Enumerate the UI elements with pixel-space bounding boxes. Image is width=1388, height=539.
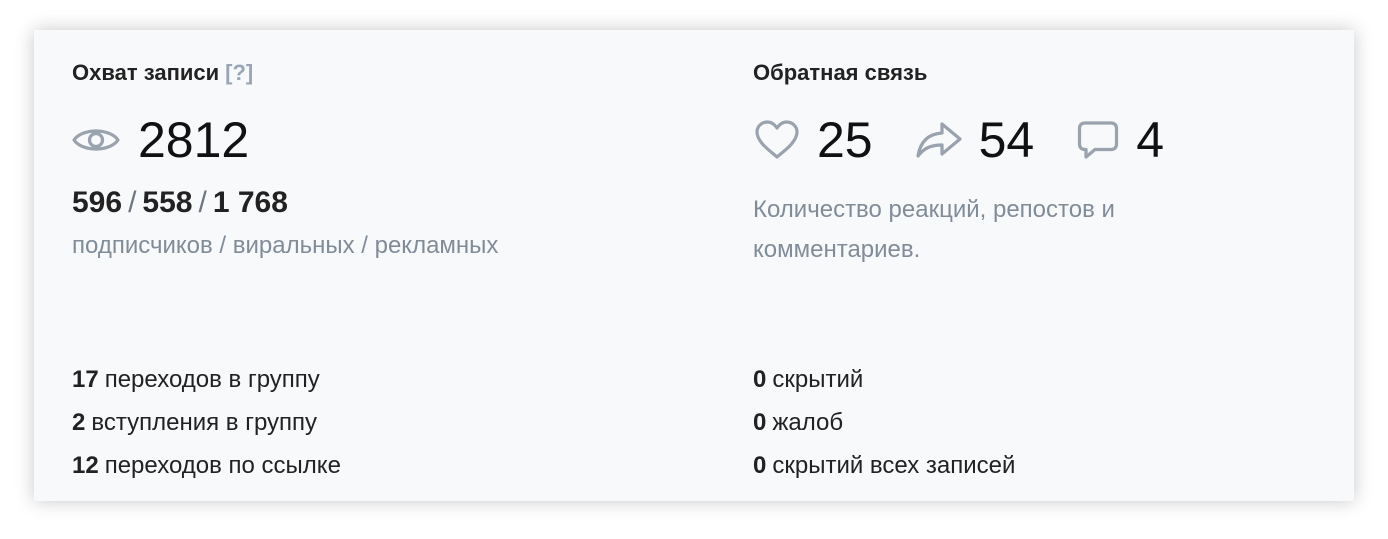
reposts-count: 54	[978, 112, 1035, 168]
stat-hidden-all: 0 скрытий всех записей	[753, 444, 1015, 487]
reach-help-link[interactable]: [?]	[225, 60, 253, 85]
stat-value: 0	[753, 452, 767, 479]
stat-group-visits: 17 переходов в группу	[72, 358, 341, 401]
feedback-description: Количество реакций, репостов и комментар…	[753, 196, 1115, 263]
stat-label: переходов по ссылке	[104, 452, 341, 479]
stat-label: скрытий всех записей	[772, 452, 1016, 479]
reach-title-text: Охват записи	[72, 60, 220, 85]
reach-stats-list: 17 переходов в группу 2 вступления в групп…	[72, 358, 341, 487]
feedback-stats-list: 0 скрытий 0 жалоб 0 скрытий всех записей	[753, 358, 1015, 487]
breakdown-separator: /	[198, 186, 207, 219]
comments-metric: 4	[1076, 115, 1164, 165]
likes-count: 25	[817, 112, 873, 168]
comment-bubble-icon	[1076, 119, 1120, 161]
stat-label: вступления в группу	[91, 409, 318, 436]
stat-link-clicks: 12 переходов по ссылке	[72, 444, 341, 487]
stat-label: жалоб	[772, 409, 844, 436]
views-count: 2812	[138, 112, 250, 168]
heart-icon	[753, 119, 801, 161]
likes-metric: 25	[753, 115, 873, 165]
reposts-metric: 54	[915, 112, 1035, 168]
subscribers-reach: 596	[72, 186, 123, 219]
stat-group-joins: 2 вступления в группу	[72, 401, 341, 444]
stat-value: 0	[753, 366, 767, 393]
views-row: 2812	[72, 112, 249, 168]
stat-label: скрытий	[772, 366, 864, 393]
reach-breakdown-caption: подписчиков / виральных / рекламных	[72, 232, 499, 259]
eye-icon	[72, 123, 120, 157]
viral-reach: 558	[142, 186, 193, 219]
stat-value: 0	[753, 409, 767, 436]
stat-value: 17	[72, 366, 99, 393]
stat-value: 12	[72, 452, 99, 479]
comments-count: 4	[1136, 112, 1165, 168]
stat-label: переходов в группу	[104, 366, 320, 393]
feedback-metrics-row: 25 54 4	[753, 112, 1164, 168]
reach-breakdown: 596/558/1 768	[72, 186, 288, 220]
share-arrow-icon	[915, 120, 963, 160]
breakdown-separator: /	[128, 186, 137, 219]
post-stats-card: Охват записи [?] 2812 596/558/1 768 подпи…	[34, 30, 1354, 501]
stat-complaints: 0 жалоб	[753, 401, 1015, 444]
stat-value: 2	[72, 409, 86, 436]
ads-reach: 1 768	[212, 186, 288, 219]
feedback-title: Обратная связь	[753, 60, 928, 85]
stat-hidden: 0 скрытий	[753, 358, 1015, 401]
reach-title: Охват записи [?]	[72, 60, 253, 86]
